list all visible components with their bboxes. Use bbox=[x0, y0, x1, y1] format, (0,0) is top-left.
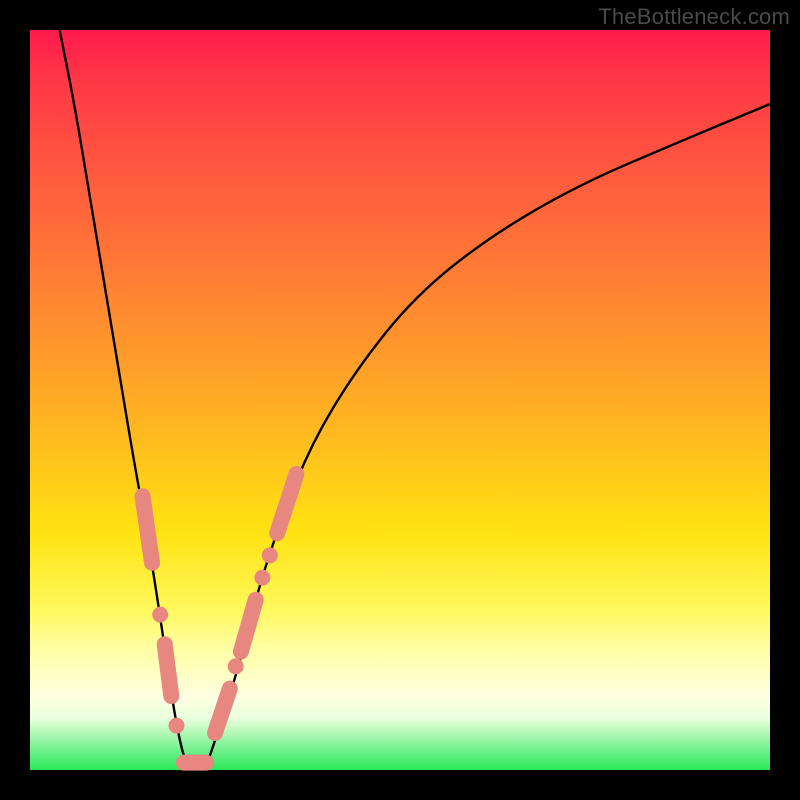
data-segment bbox=[277, 474, 296, 533]
data-segment bbox=[165, 644, 172, 696]
plot-area bbox=[30, 30, 770, 770]
watermark-text: TheBottleneck.com bbox=[598, 4, 790, 30]
data-markers bbox=[143, 474, 297, 763]
data-segment bbox=[215, 689, 230, 733]
data-segment bbox=[143, 496, 153, 563]
data-point bbox=[262, 547, 278, 563]
curve-svg bbox=[30, 30, 770, 770]
chart-frame: TheBottleneck.com bbox=[0, 0, 800, 800]
data-point bbox=[169, 718, 185, 734]
data-point bbox=[228, 658, 244, 674]
data-segment bbox=[241, 600, 256, 652]
data-point bbox=[254, 570, 270, 586]
data-point bbox=[152, 607, 168, 623]
